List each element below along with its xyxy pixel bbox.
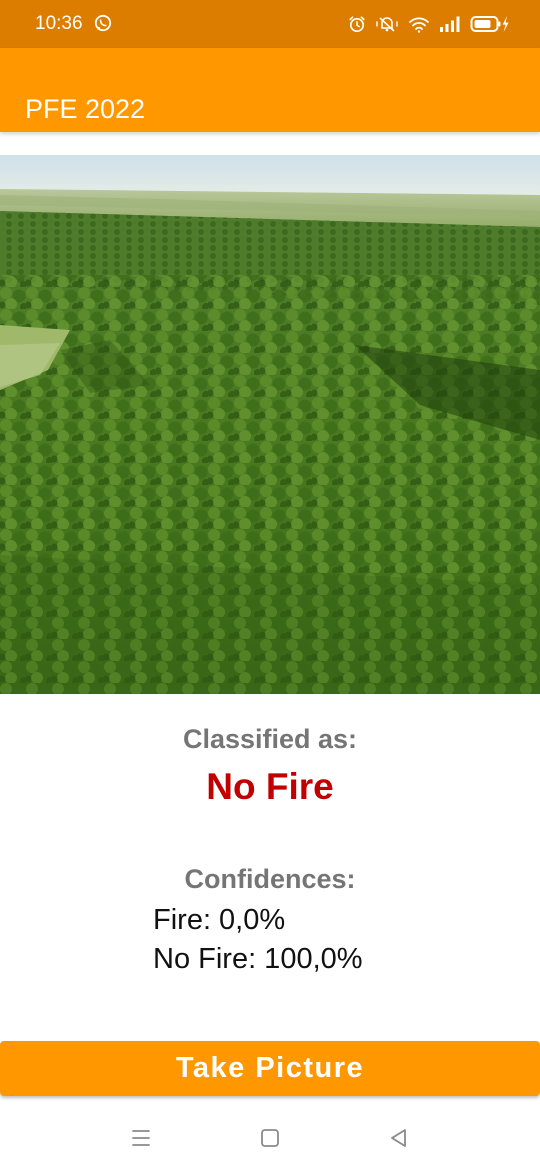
confidence-no-fire: No Fire: 100,0%: [153, 943, 363, 975]
take-picture-button[interactable]: Take Picture: [0, 1041, 540, 1096]
status-time: 10:36: [35, 13, 83, 34]
app-bar: PFE 2022: [0, 48, 540, 132]
status-icons: [348, 13, 510, 35]
status-bar: 10:36: [0, 0, 540, 48]
signal-icon: [439, 15, 461, 33]
wifi-icon: [408, 15, 430, 33]
system-navigation-bar: [0, 1105, 540, 1170]
home-icon[interactable]: [255, 1123, 285, 1153]
alarm-icon: [348, 15, 366, 33]
captured-forest-image: [0, 155, 540, 694]
menu-icon[interactable]: [126, 1123, 156, 1153]
classified-as-label: Classified as:: [182, 724, 358, 754]
back-icon[interactable]: [384, 1123, 414, 1153]
whatsapp-icon: [94, 14, 112, 32]
battery-charging-icon: [470, 14, 510, 34]
vibrate-icon: [375, 15, 399, 33]
confidences-label: Confidences:: [184, 864, 356, 894]
app-title: PFE 2022: [25, 94, 146, 125]
classification-result: No Fire: [206, 766, 334, 807]
confidence-fire: Fire: 0,0%: [153, 904, 286, 936]
